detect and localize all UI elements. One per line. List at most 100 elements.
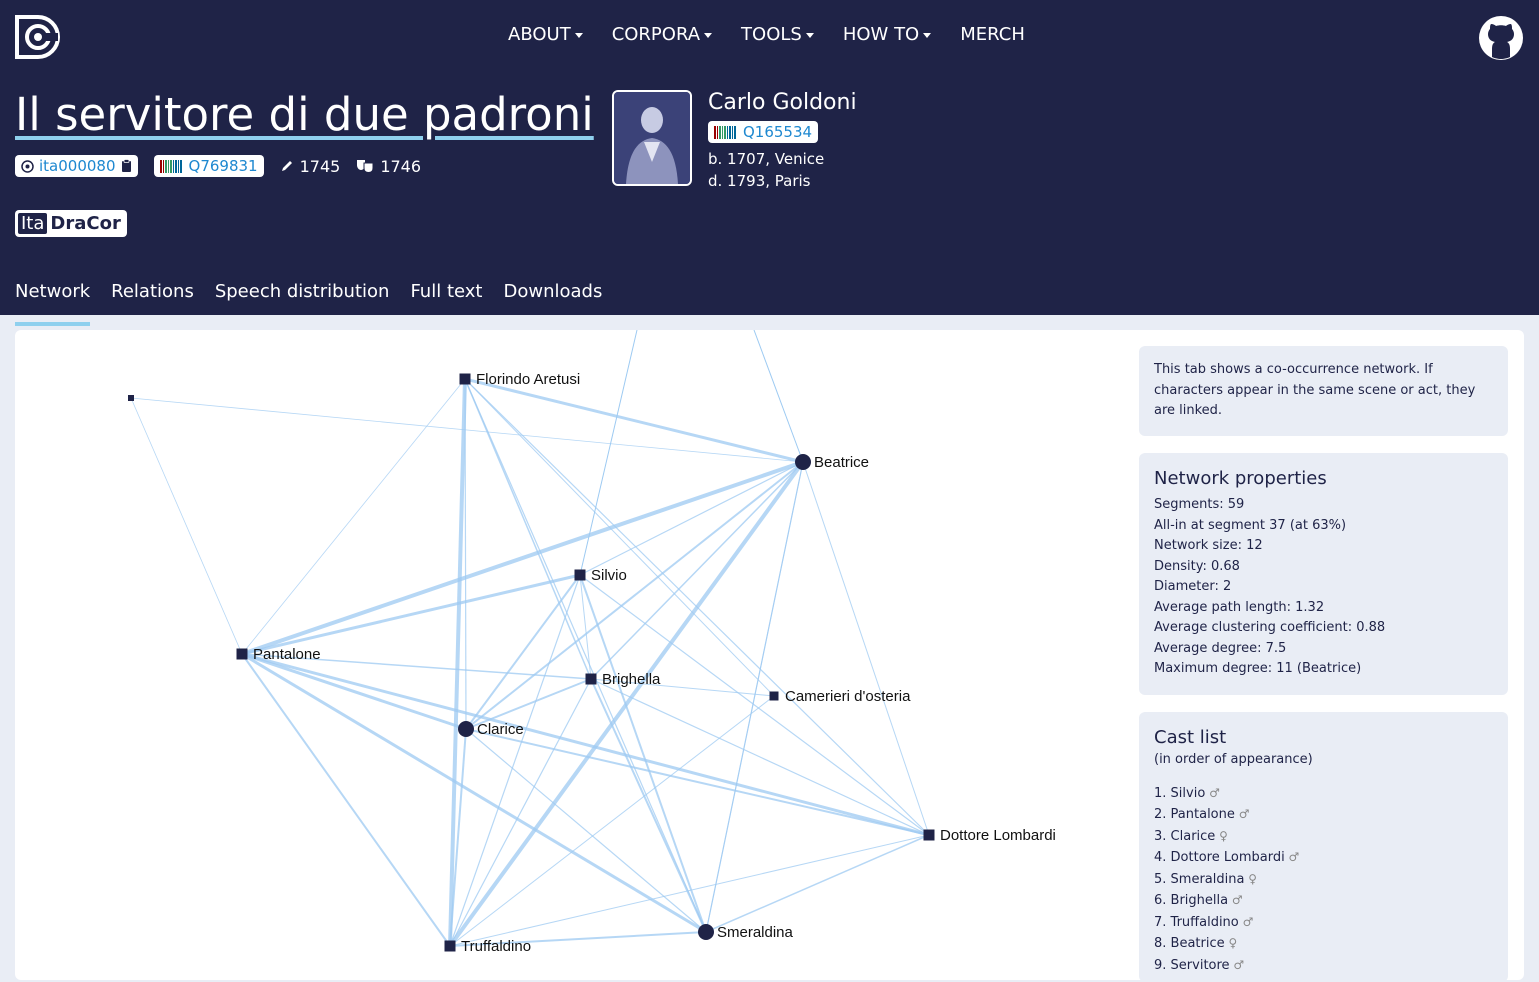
cast-item[interactable]: 9. Servitore ♂ xyxy=(1154,955,1493,977)
cast-item-name: Clarice xyxy=(1170,828,1216,844)
graph-edge xyxy=(448,378,467,947)
corpus-badge[interactable]: Ita DraCor xyxy=(15,210,127,237)
network-property: Average degree: 7.5 xyxy=(1154,640,1287,656)
graph-node-truffaldino[interactable] xyxy=(444,940,456,952)
graph-node-smeraldina[interactable] xyxy=(698,924,714,940)
nav-tools[interactable]: TOOLS xyxy=(741,24,814,45)
graph-node-label: Dottore Lombardi xyxy=(940,827,1056,844)
graph-node-label: Brighella xyxy=(602,671,661,688)
graph-edge xyxy=(465,728,930,836)
graph-edge xyxy=(241,378,466,655)
network-properties-heading: Network properties xyxy=(1154,468,1327,489)
graph-edge xyxy=(753,330,804,463)
cast-item[interactable]: 8. Beatrice ♀ xyxy=(1154,933,1493,955)
cast-item-number: 4. xyxy=(1154,850,1171,865)
graph-edge xyxy=(449,574,581,947)
graph-edge xyxy=(579,461,804,576)
male-icon: ♂ xyxy=(1284,850,1300,864)
tab-network[interactable]: Network xyxy=(15,281,91,326)
author-portrait xyxy=(612,90,692,186)
cast-item[interactable]: 4. Dottore Lombardi ♂ xyxy=(1154,847,1493,869)
network-property: Diameter: 2 xyxy=(1154,579,1232,594)
graph-edge xyxy=(449,678,592,947)
cast-item[interactable]: 2. Pantalone ♂ xyxy=(1154,804,1493,826)
graph-edge xyxy=(241,653,451,947)
male-icon: ♂ xyxy=(1234,807,1250,821)
nav-corpora[interactable]: CORPORA xyxy=(611,24,713,45)
cast-item[interactable]: 6. Brighella ♂ xyxy=(1154,890,1493,912)
female-icon: ♀ xyxy=(1244,871,1258,886)
cast-item-number: 5. xyxy=(1154,871,1171,887)
info-text: This tab shows a co-occurrence network. … xyxy=(1154,362,1476,418)
graph-edge xyxy=(464,378,592,680)
tab-speech-distribution[interactable]: Speech distribution xyxy=(215,281,390,312)
cast-item[interactable]: 3. Clarice ♀ xyxy=(1154,826,1493,848)
graph-edge xyxy=(579,330,638,576)
wikidata-icon xyxy=(714,125,736,139)
tab-full-text[interactable]: Full text xyxy=(410,281,482,312)
cast-item[interactable]: 1. Silvio ♂ xyxy=(1154,783,1493,805)
cast-list-subheading: (in order of appearance) xyxy=(1154,752,1313,767)
graph-node-brighella[interactable] xyxy=(585,673,597,685)
play-id-badge[interactable]: ita000080 xyxy=(15,155,138,177)
network-properties-box: Network properties Segments: 59 All-in a… xyxy=(1139,453,1508,695)
network-property: All-in at segment 37 (at 63%) xyxy=(1154,517,1347,533)
female-icon: ♀ xyxy=(1224,936,1238,950)
nav-how-to[interactable]: HOW TO xyxy=(842,24,932,45)
cast-item[interactable]: 7. Truffaldino ♂ xyxy=(1154,912,1493,934)
play-wikidata-badge[interactable]: Q769831 xyxy=(153,155,264,177)
nav-about[interactable]: ABOUT xyxy=(508,24,583,45)
chevron-down-icon xyxy=(805,33,814,38)
written-year-value: 1745 xyxy=(299,156,341,176)
graph-edges xyxy=(130,330,930,948)
graph-node-label: Truffaldino xyxy=(461,938,531,955)
author-wikidata-badge[interactable]: Q165534 xyxy=(708,121,819,143)
nav-corpora-label: CORPORA xyxy=(611,24,701,45)
chevron-down-icon xyxy=(923,33,932,38)
male-icon: ♂ xyxy=(1229,957,1245,972)
graph-node-pantalone[interactable] xyxy=(236,648,248,660)
nav-how-to-label: HOW TO xyxy=(842,24,920,45)
cast-item-number: 2. xyxy=(1154,807,1171,822)
premiere-year: 1746 xyxy=(356,157,421,176)
graph-edge xyxy=(241,652,467,731)
network-graph[interactable]: Florindo Aretusi Beatrice Silvio Pantalone B… xyxy=(15,330,1125,968)
graph-node-dottore[interactable] xyxy=(923,829,935,841)
graph-node-camerieri[interactable] xyxy=(769,691,779,701)
network-property: Network size: 12 xyxy=(1154,538,1263,553)
graph-node-florindo[interactable] xyxy=(459,373,471,385)
chevron-down-icon xyxy=(704,33,713,38)
play-badges: ita000080 Q769831 1745 1746 xyxy=(15,155,421,177)
network-property: Average path length: 1.32 xyxy=(1154,599,1325,615)
tab-downloads[interactable]: Downloads xyxy=(503,281,602,312)
cast-item-name: Silvio xyxy=(1170,785,1206,801)
graph-node-label: Beatrice xyxy=(814,454,869,471)
graph-node-label: Pantalone xyxy=(253,646,321,663)
graph-edge xyxy=(130,397,243,655)
graph-node-beatrice[interactable] xyxy=(795,454,811,470)
cast-item-name: Smeraldina xyxy=(1170,871,1245,887)
dracor-logo-icon[interactable] xyxy=(14,14,60,60)
cast-list-box: Cast list (in order of appearance) 1. Si… xyxy=(1139,712,1508,982)
clipboard-icon[interactable] xyxy=(121,159,132,173)
github-icon[interactable] xyxy=(1478,15,1524,61)
nav-tools-label: TOOLS xyxy=(741,24,802,45)
graph-node-silvio[interactable] xyxy=(574,569,586,581)
network-property: Average clustering coefficient: 0.88 xyxy=(1154,620,1386,635)
graph-edge xyxy=(464,377,804,464)
theater-masks-icon xyxy=(357,160,374,173)
graph-edge xyxy=(241,460,804,656)
header: ABOUT CORPORA TOOLS HOW TO MERCH Il serv… xyxy=(0,0,1539,326)
cast-item-name: Pantalone xyxy=(1170,807,1235,822)
cast-item[interactable]: 5. Smeraldina ♀ xyxy=(1154,869,1493,891)
graph-node-clarice[interactable] xyxy=(458,721,474,737)
play-title[interactable]: Il servitore di due padroni xyxy=(15,88,594,141)
dracor-small-icon xyxy=(21,159,34,173)
cast-item-name: Dottore Lombardi xyxy=(1170,850,1285,865)
corpus-prefix: Ita xyxy=(18,213,48,234)
author-name: Carlo Goldoni xyxy=(708,90,857,115)
graph-node-small[interactable] xyxy=(128,395,134,401)
nav-merch[interactable]: MERCH xyxy=(960,24,1025,45)
cast-item-number: 6. xyxy=(1154,893,1171,908)
tab-relations[interactable]: Relations xyxy=(111,281,194,312)
